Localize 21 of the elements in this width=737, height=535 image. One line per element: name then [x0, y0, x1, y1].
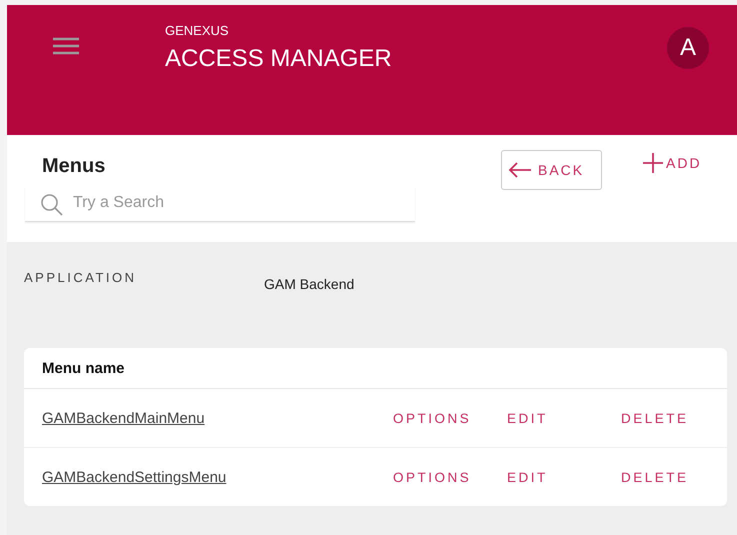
action-link[interactable]: EDIT — [507, 410, 621, 426]
action-link[interactable]: DELETE — [621, 470, 689, 484]
menu-icon[interactable] — [53, 37, 79, 55]
field-label: APPLICATION — [24, 270, 138, 285]
menu-link[interactable]: GAMBackendMainMenu — [42, 410, 393, 426]
menu-link[interactable]: GAMBackendSettingsMenu — [42, 468, 393, 486]
action-link[interactable]: DELETE — [621, 410, 689, 426]
brand-name: GENEXUS — [165, 24, 230, 38]
field-value: GAM Backend — [264, 276, 354, 292]
plus-icon — [643, 153, 663, 173]
arrow-left-icon — [508, 162, 532, 178]
column-header: Menu name — [42, 360, 125, 376]
action-link[interactable]: EDIT — [507, 470, 621, 484]
action-link[interactable]: OPTIONS — [393, 470, 507, 484]
search-field[interactable]: Try a Search — [25, 186, 415, 222]
user-avatar[interactable]: A — [667, 27, 709, 69]
add-button[interactable]: ADD — [643, 153, 702, 173]
page-title: Menus — [42, 155, 106, 178]
back-button[interactable]: BACK — [501, 150, 602, 190]
app-title: ACCESS MANAGER — [165, 46, 393, 72]
action-link[interactable]: OPTIONS — [393, 410, 507, 426]
